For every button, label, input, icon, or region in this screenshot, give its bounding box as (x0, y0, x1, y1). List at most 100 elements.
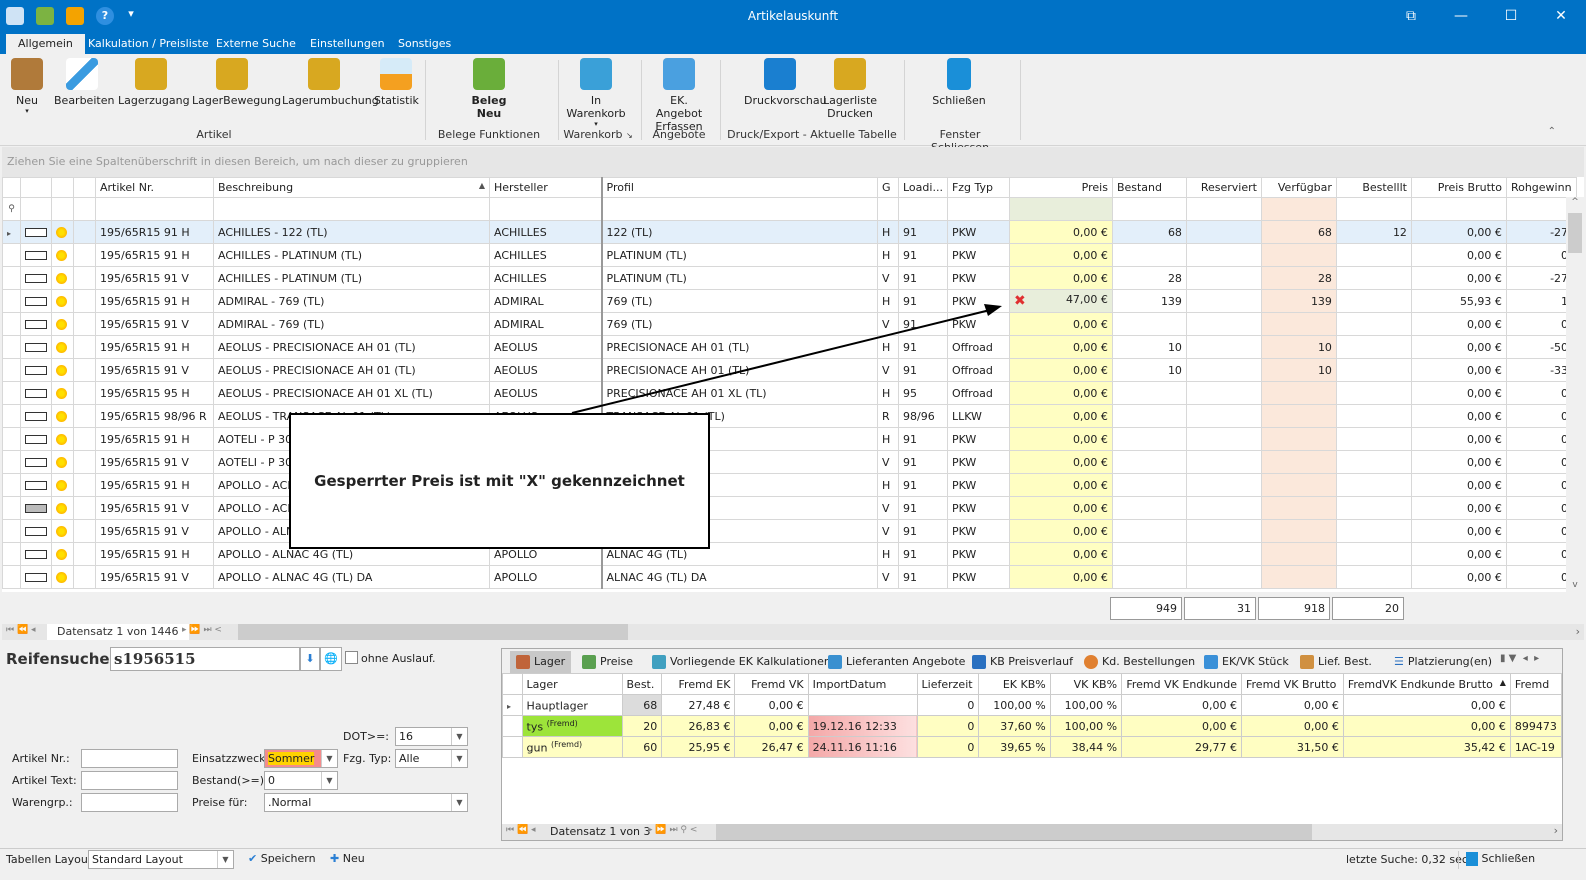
cell-reserviert[interactable] (1185, 335, 1262, 359)
blank-cell[interactable] (73, 335, 96, 359)
cell-reserviert[interactable] (1185, 427, 1262, 451)
cell-reserviert[interactable] (1185, 312, 1262, 336)
row-indicator[interactable] (2, 289, 21, 313)
scroll-thumb[interactable] (1568, 213, 1582, 253)
cell-fzg-typ[interactable]: PKW (946, 542, 1010, 566)
cell-fremd-vk[interactable]: 0,00 € (734, 694, 809, 716)
cell-preis[interactable]: 0,00 € (1008, 427, 1113, 451)
status-cell[interactable] (20, 450, 52, 474)
detail-tab-lieferanten-angebote[interactable]: Lieferanten Angebote (822, 651, 971, 673)
cell-preis[interactable]: ✖ 47,00 € (1008, 289, 1113, 313)
season-cell[interactable] (51, 542, 74, 566)
einsatzzweck-select[interactable]: Sommer ▼ (264, 749, 338, 768)
cell-loadindex[interactable]: 91 (898, 542, 948, 566)
status-cell[interactable] (20, 266, 52, 290)
cell-beschreibung[interactable]: ACHILLES - PLATINUM (TL) (213, 243, 490, 267)
header-importdatum[interactable]: ImportDatum (807, 673, 918, 695)
filter-cell[interactable] (95, 197, 214, 221)
speichern-button[interactable]: ✔ Speichern (248, 852, 316, 865)
table-row[interactable]: 195/65R15 95 H AEOLUS - PRECISIONACE AH 0… (2, 381, 1577, 405)
cell-hersteller[interactable]: ACHILLES (489, 266, 602, 290)
status-cell[interactable] (20, 404, 52, 428)
cell-bestellt[interactable] (1335, 542, 1412, 566)
cell-loadindex[interactable]: 91 (898, 335, 948, 359)
cell-ek-kb[interactable]: 37,60 % (978, 715, 1051, 737)
header-fremd-vk[interactable]: Fremd VK (734, 673, 809, 695)
header-preis-brutto[interactable]: Preis Brutto (1410, 177, 1507, 198)
cell-fzg-typ[interactable]: Offroad (946, 381, 1010, 405)
cell-lager[interactable]: tys (Fremd) (521, 715, 623, 737)
blank-cell[interactable] (73, 358, 96, 382)
blank-cell[interactable] (73, 450, 96, 474)
cell-g[interactable]: H (877, 335, 899, 359)
detail-tab-platzierung[interactable]: ☰ Platzierung(en) (1388, 651, 1498, 673)
cell-artikel-nr[interactable]: 195/65R15 91 H (95, 335, 214, 359)
row-indicator[interactable] (2, 358, 21, 382)
cell-loadindex[interactable]: 91 (898, 312, 948, 336)
cell-bestellt[interactable] (1335, 243, 1412, 267)
ek-angebot-button[interactable]: EK. Angebot Erfassen (646, 58, 712, 133)
cell-profil[interactable]: PRECISIONACE AH 01 XL (TL) (600, 381, 878, 405)
detail-tab-preise[interactable]: Preise (576, 651, 639, 673)
header-fremd-ek[interactable]: Fremd EK (661, 673, 736, 695)
blank-cell[interactable] (73, 312, 96, 336)
cell-bestellt[interactable] (1335, 312, 1412, 336)
blank-cell[interactable] (73, 404, 96, 428)
cell-verfuegbar[interactable] (1260, 450, 1337, 474)
cell-g[interactable]: R (877, 404, 899, 428)
cell-verfuegbar[interactable]: 139 (1260, 289, 1337, 313)
season-cell[interactable] (51, 312, 74, 336)
cell-artikel-nr[interactable]: 195/65R15 91 H (95, 542, 214, 566)
cell-bestellt[interactable] (1335, 289, 1412, 313)
table-row[interactable]: 195/65R15 91 V APOLLO - ALNA V 91 PKW 0,00 €0… (2, 519, 1577, 543)
cell-preis-brutto[interactable]: 55,93 € (1410, 289, 1507, 313)
cell-g[interactable]: V (877, 358, 899, 382)
cell-preis[interactable]: 0,00 € (1008, 243, 1113, 267)
cell-loadindex[interactable]: 91 (898, 243, 948, 267)
cell-reserviert[interactable] (1185, 496, 1262, 520)
cell-bestand[interactable] (1111, 381, 1187, 405)
header-bestellt[interactable]: Bestelllt (1335, 177, 1412, 198)
cell-reserviert[interactable] (1185, 565, 1262, 589)
status-cell[interactable] (20, 519, 52, 543)
cell-preis-brutto[interactable]: 0,00 € (1410, 335, 1507, 359)
dropdown-icon[interactable]: ▼ (217, 851, 233, 868)
cell-bestellt[interactable] (1335, 427, 1412, 451)
table-row[interactable]: 195/65R15 91 V APOLLO - ACEL V 91 PKW 0,00 €0… (2, 496, 1577, 520)
header-fremd-vk-brutto[interactable]: Fremd VK Brutto (1241, 673, 1344, 695)
status-cell[interactable] (20, 220, 52, 244)
cell-loadindex[interactable]: 91 (898, 450, 948, 474)
detail-tab-kb-preisverlauf[interactable]: KB Preisverlauf (966, 651, 1079, 673)
scroll-right-icon[interactable]: › (1554, 824, 1558, 837)
ohne-auslauf-checkbox[interactable] (345, 651, 358, 664)
table-row[interactable]: 195/65R15 98/96 RAEOLUS - TRANSACE AL 01… (2, 404, 1577, 428)
filter-cell[interactable] (1335, 197, 1412, 221)
cell-artikel-nr[interactable]: 195/65R15 91 H (95, 289, 214, 313)
header-reserviert[interactable]: Reserviert (1185, 177, 1262, 198)
cell-preis[interactable]: 0,00 € (1008, 404, 1113, 428)
cell-fremdvk-endkunde-brutto[interactable]: 35,42 € (1342, 736, 1511, 758)
tab-sonstiges[interactable]: Sonstiges (386, 34, 463, 54)
filter-cell[interactable] (1185, 197, 1262, 221)
cell-reserviert[interactable] (1185, 381, 1262, 405)
status-cell[interactable] (20, 427, 52, 451)
header-hersteller[interactable]: Hersteller (489, 177, 602, 198)
cell-beschreibung[interactable]: ADMIRAL - 769 (TL) (213, 289, 490, 313)
cell-profil[interactable]: ALNAC 4G (TL) DA (600, 565, 878, 589)
cell-g[interactable]: H (877, 381, 899, 405)
header-season[interactable] (51, 177, 74, 198)
blank-cell[interactable] (73, 473, 96, 497)
table-row[interactable]: 195/65R15 91 V AOTELI - P 307 V 91 PKW 0,00 €… (2, 450, 1577, 474)
cell-loadindex[interactable]: 91 (898, 473, 948, 497)
status-cell[interactable] (20, 496, 52, 520)
cell-bestand[interactable] (1111, 312, 1187, 336)
cell-reserviert[interactable] (1185, 519, 1262, 543)
cell-preis-brutto[interactable]: 0,00 € (1410, 496, 1507, 520)
fzg-typ-select[interactable]: Alle ▼ (395, 749, 468, 768)
row-indicator[interactable]: ▸ (2, 220, 21, 244)
season-cell[interactable] (51, 427, 74, 451)
lager-row[interactable]: gun (Fremd) 60 25,95 € 26,47 € 24.11.16 11:1… (502, 736, 1563, 758)
beleg-neu-button[interactable]: Beleg Neu (458, 58, 520, 120)
cell-lieferzeit[interactable]: 0 (916, 715, 980, 737)
cell-bestand[interactable] (1111, 427, 1187, 451)
